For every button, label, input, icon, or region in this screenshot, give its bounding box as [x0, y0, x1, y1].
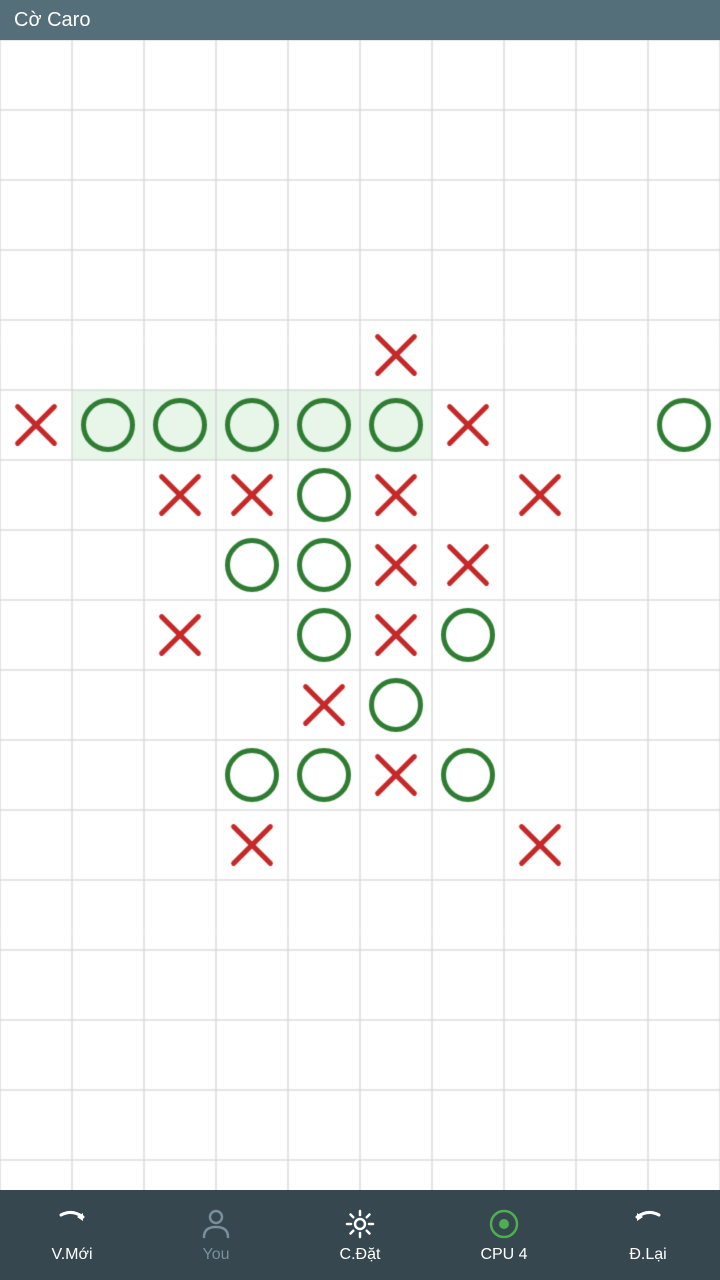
settings-button[interactable]: C.Đặt [290, 1206, 430, 1264]
app-title: Cờ Caro [14, 9, 90, 32]
undo-label: Đ.Lại [629, 1246, 666, 1264]
gear-icon [342, 1206, 378, 1242]
undo-button[interactable]: Đ.Lại [578, 1206, 718, 1264]
new-game-button[interactable]: V.Mới [2, 1206, 142, 1264]
cpu-button[interactable]: CPU 4 [434, 1206, 574, 1264]
undo-left-icon [630, 1206, 666, 1242]
circle-dot-icon [486, 1206, 522, 1242]
game-board[interactable] [0, 40, 720, 1230]
undo-right-icon [54, 1206, 90, 1242]
settings-label: C.Đặt [340, 1246, 381, 1264]
bottom-bar: V.Mới You C.Đặt CPU 4 [0, 1190, 720, 1280]
you-button[interactable]: You [146, 1206, 286, 1264]
app-header: Cờ Caro [0, 0, 720, 40]
you-label: You [203, 1246, 230, 1264]
person-icon [198, 1206, 234, 1242]
cpu-label: CPU 4 [480, 1246, 527, 1264]
new-game-label: V.Mới [51, 1246, 92, 1264]
